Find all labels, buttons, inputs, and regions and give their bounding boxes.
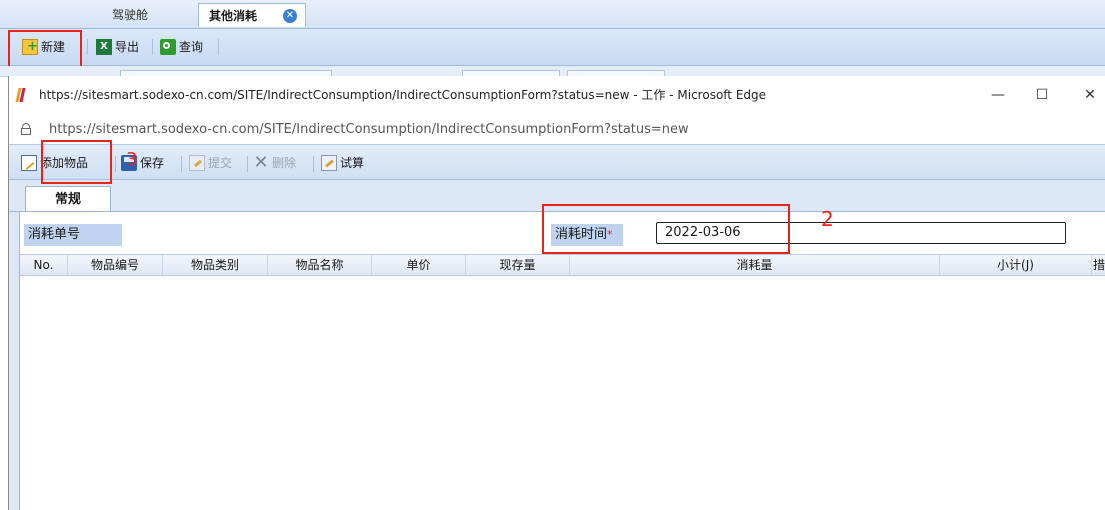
toolbar-divider bbox=[218, 39, 219, 55]
window-title-bar: https://sitesmart.sodexo-cn.com/SITE/Ind… bbox=[9, 76, 1105, 114]
delete-button[interactable]: ✕ 删除 bbox=[253, 153, 296, 173]
toolbar-divider bbox=[87, 39, 88, 55]
column-header-item-name[interactable]: 物品名称 bbox=[268, 255, 372, 275]
column-header-unit-price[interactable]: 单价 bbox=[372, 255, 466, 275]
export-button-label: 导出 bbox=[115, 40, 140, 54]
address-bar[interactable]: https://sitesmart.sodexo-cn.com/SITE/Ind… bbox=[9, 116, 1105, 144]
outer-toolbar: 新建 X 导出 查询 bbox=[0, 29, 1105, 66]
maximize-button[interactable]: ☐ bbox=[1019, 76, 1065, 114]
submit-label: 提交 bbox=[208, 156, 233, 170]
consumption-no-label: 消耗单号 bbox=[24, 224, 122, 246]
column-header-item-category[interactable]: 物品类别 bbox=[163, 255, 268, 275]
lock-icon bbox=[21, 123, 31, 135]
items-grid-body bbox=[20, 276, 1105, 510]
save-label: 保存 bbox=[140, 156, 165, 170]
toolbar-divider bbox=[313, 156, 314, 172]
column-header-more[interactable]: 措 bbox=[1092, 255, 1105, 275]
delete-x-icon: ✕ bbox=[253, 152, 269, 173]
tab-general[interactable]: 常规 bbox=[25, 186, 111, 212]
toolbar-divider bbox=[115, 156, 116, 172]
edge-popup-window: https://sitesmart.sodexo-cn.com/SITE/Ind… bbox=[8, 76, 1105, 510]
tab-other-consumption-label: 其他消耗 bbox=[209, 9, 258, 23]
address-url: https://sitesmart.sodexo-cn.com/SITE/Ind… bbox=[49, 122, 689, 137]
tab-cockpit[interactable]: 驾驶舱 bbox=[70, 3, 190, 27]
search-icon bbox=[160, 39, 176, 55]
toolbar-divider bbox=[247, 156, 248, 172]
query-button-label: 查询 bbox=[179, 40, 204, 54]
form-toolbar: 添加物品 保存 提交 ✕ 删除 试算 bbox=[9, 144, 1105, 180]
excel-icon: X bbox=[96, 39, 112, 55]
close-window-button[interactable]: ✕ bbox=[1067, 76, 1105, 114]
submit-icon bbox=[189, 155, 205, 171]
outer-tab-bar: 驾驶舱 其他消耗 ✕ bbox=[0, 0, 1105, 29]
edit-note-icon bbox=[21, 155, 37, 171]
export-button[interactable]: X 导出 bbox=[96, 36, 139, 58]
query-button[interactable]: 查询 bbox=[160, 36, 203, 58]
annotation-number-3: 3 bbox=[126, 149, 138, 170]
column-header-no[interactable]: No. bbox=[20, 255, 68, 275]
submit-button[interactable]: 提交 bbox=[189, 153, 232, 173]
annotation-box-add-item bbox=[41, 140, 112, 184]
tab-other-consumption[interactable]: 其他消耗 ✕ bbox=[198, 3, 306, 27]
toolbar-divider bbox=[152, 39, 153, 55]
calculate-icon bbox=[321, 155, 337, 171]
calculate-button[interactable]: 试算 bbox=[321, 153, 364, 173]
minimize-button[interactable]: — bbox=[975, 76, 1021, 114]
column-header-subtotal[interactable]: 小计(J) bbox=[940, 255, 1092, 275]
delete-label: 删除 bbox=[272, 156, 297, 170]
form-panel: 消耗单号 消耗时间* 2022-03-06 No. 物品编号 物品类别 物品名称… bbox=[19, 212, 1105, 510]
toolbar-divider bbox=[181, 156, 182, 172]
close-tab-icon[interactable]: ✕ bbox=[283, 9, 297, 23]
annotation-number-2: 2 bbox=[821, 207, 834, 231]
annotation-box-new bbox=[8, 30, 82, 69]
calculate-label: 试算 bbox=[340, 156, 365, 170]
column-header-consumption-qty[interactable]: 消耗量 bbox=[570, 255, 940, 275]
items-grid-header: No. 物品编号 物品类别 物品名称 单价 现存量 消耗量 小计(J) 措 bbox=[20, 254, 1105, 276]
edge-logo-icon bbox=[15, 88, 26, 102]
annotation-box-consumption-time bbox=[542, 204, 790, 254]
column-header-stock[interactable]: 现存量 bbox=[466, 255, 570, 275]
window-title: https://sitesmart.sodexo-cn.com/SITE/Ind… bbox=[39, 88, 767, 102]
column-header-item-code[interactable]: 物品编号 bbox=[68, 255, 163, 275]
